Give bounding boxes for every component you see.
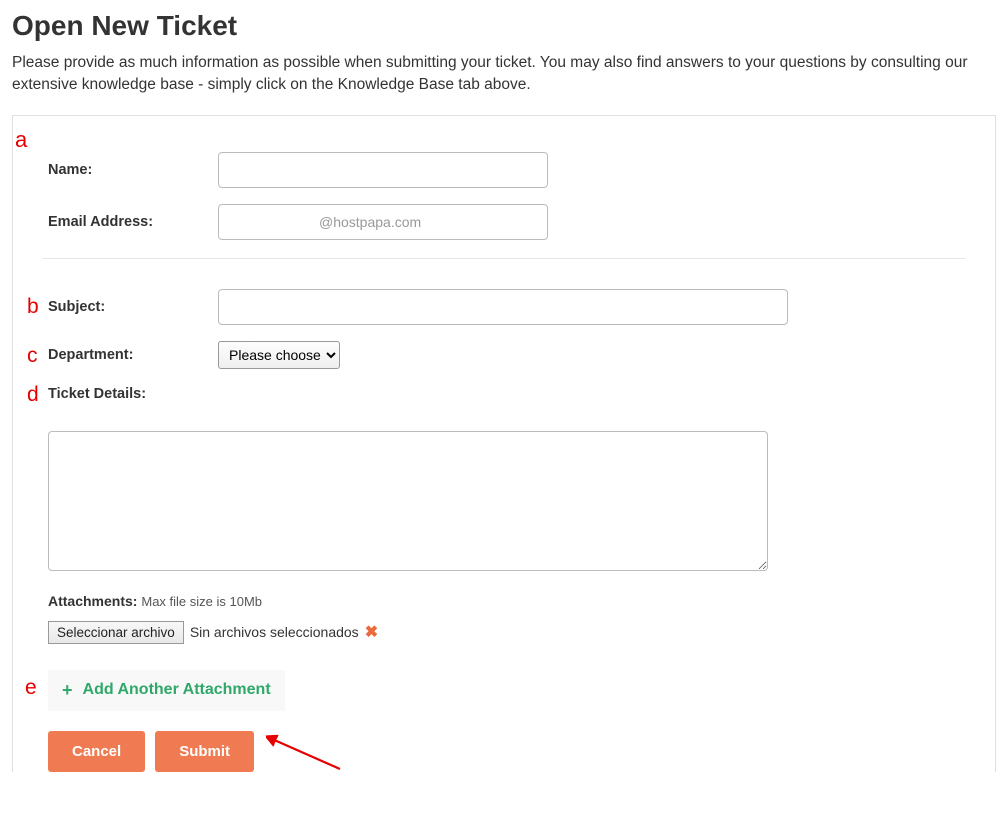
attachments-header: Attachments: Max file size is 10Mb	[48, 593, 965, 609]
divider	[43, 258, 965, 259]
department-row: c Department: Please choose	[43, 341, 965, 369]
attachments-hint: Max file size is 10Mb	[141, 594, 262, 609]
file-input-row: Seleccionar archivo Sin archivos selecci…	[48, 621, 965, 644]
ticket-form: a Name: Email Address: @hostpapa.com b S…	[12, 115, 996, 772]
annotation-d: d	[27, 383, 39, 407]
annotation-e: e	[25, 676, 37, 700]
subject-label: Subject:	[43, 299, 218, 315]
email-input[interactable]: @hostpapa.com	[218, 204, 548, 240]
cancel-button[interactable]: Cancel	[48, 731, 145, 772]
department-label: Department:	[43, 347, 218, 363]
add-attachment-label: Add Another Attachment	[83, 681, 271, 699]
subject-input[interactable]	[218, 289, 788, 325]
name-row: Name:	[43, 152, 965, 188]
subject-row: b Subject:	[43, 289, 965, 325]
plus-icon: +	[62, 680, 73, 701]
annotation-a: a	[15, 127, 27, 153]
arrow-annotation-icon	[266, 725, 346, 775]
add-attachment-button[interactable]: + Add Another Attachment	[48, 670, 285, 711]
name-label: Name:	[43, 162, 218, 178]
email-value: @hostpapa.com	[229, 214, 421, 230]
attachments-label: Attachments:	[48, 593, 137, 609]
remove-file-icon[interactable]: ✖	[365, 622, 378, 642]
details-label: Ticket Details:	[43, 386, 146, 402]
submit-button[interactable]: Submit	[155, 731, 254, 772]
annotation-b: b	[27, 295, 39, 319]
action-buttons: Cancel Submit	[48, 731, 965, 772]
details-row: d Ticket Details:	[43, 385, 965, 571]
page-title: Open New Ticket	[12, 10, 996, 42]
file-select-button[interactable]: Seleccionar archivo	[48, 621, 184, 644]
name-input[interactable]	[218, 152, 548, 188]
annotation-c: c	[27, 344, 38, 368]
email-label: Email Address:	[43, 214, 218, 230]
file-status-text: Sin archivos seleccionados	[190, 624, 359, 640]
department-select[interactable]: Please choose	[218, 341, 340, 369]
details-textarea[interactable]	[48, 431, 768, 571]
email-row: Email Address: @hostpapa.com	[43, 204, 965, 240]
intro-text: Please provide as much information as po…	[12, 52, 996, 97]
